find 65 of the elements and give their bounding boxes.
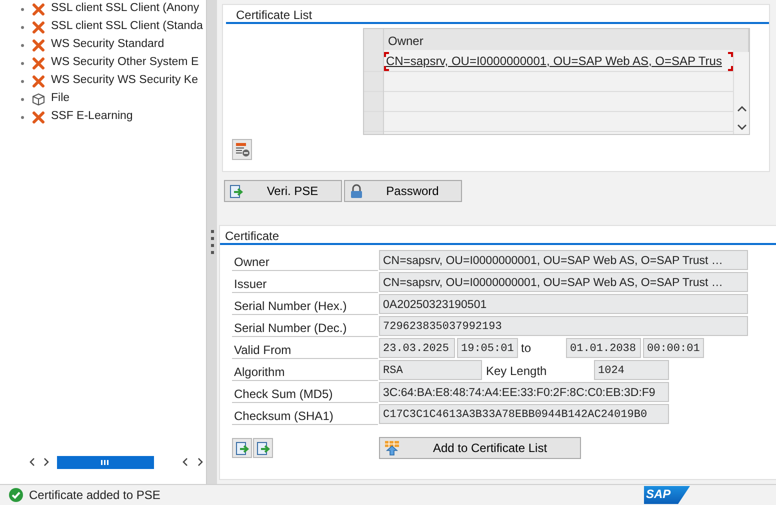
output-field: 19:05:01 <box>457 338 518 358</box>
group-title: Certificate <box>220 226 776 245</box>
column-header[interactable]: Owner <box>384 29 733 50</box>
error-icon <box>32 56 45 70</box>
import-button[interactable] <box>232 438 252 458</box>
field-label: Serial Number (Hex.) <box>232 294 378 314</box>
bullet-icon <box>21 62 24 64</box>
tree-item[interactable]: WS Security Other System E <box>51 54 199 72</box>
document-arrow-icon <box>229 184 244 198</box>
splitter-handle-icon[interactable] <box>210 230 214 254</box>
cube-icon <box>32 92 45 106</box>
tree-item[interactable]: SSL client SSL Client (Anony <box>51 0 200 18</box>
field-label: Algorithm <box>232 360 378 380</box>
bullet-icon <box>21 116 24 118</box>
tree-item[interactable]: SSF E-Learning <box>51 108 133 126</box>
output-field: CN=sapsrv, OU=I0000000001, OU=SAP Web AS, O=SAP Trust … <box>379 250 748 270</box>
sap-logo: SAP <box>644 486 690 504</box>
document-arrow-icon <box>234 440 250 456</box>
output-field: 23.03.2025 <box>379 338 455 358</box>
bullet-icon <box>21 80 24 82</box>
field-label: Checksum (SHA1) <box>232 404 378 424</box>
bullet-icon <box>21 98 24 100</box>
scrollbar-thumb[interactable] <box>56 456 154 468</box>
output-field: RSA <box>379 360 482 380</box>
tree-item[interactable]: SSL client SSL Client (Standa <box>51 18 203 36</box>
toolbar-button[interactable]: Veri. PSE <box>224 180 342 202</box>
output-field: C17C3C1C4613A3B33A78EBB0944B142AC24019B0 <box>379 404 669 424</box>
group-title: Certificate List <box>226 5 769 24</box>
output-field: 729623835037992193 <box>379 316 748 336</box>
bullet-icon <box>21 8 24 10</box>
output-field: 0A20250323190501 <box>379 294 748 314</box>
error-icon <box>32 74 45 88</box>
error-icon <box>32 38 45 52</box>
output-field: 1024 <box>594 360 669 380</box>
bullet-icon <box>21 26 24 28</box>
success-icon <box>9 488 23 502</box>
field-label: Key Length <box>485 362 548 380</box>
field-label: Valid From <box>232 338 378 358</box>
grip-icon <box>101 460 110 464</box>
output-field: 00:00:01 <box>643 338 704 358</box>
tree-item[interactable]: File <box>51 90 70 108</box>
toolbar-button[interactable]: Password <box>344 180 462 202</box>
lock-icon <box>349 184 364 198</box>
output-field: CN=sapsrv, OU=I0000000001, OU=SAP Web AS, O=SAP Trust … <box>379 272 748 292</box>
export-button[interactable] <box>253 438 273 458</box>
error-icon <box>32 20 45 34</box>
field-label: Serial Number (Dec.) <box>232 316 378 336</box>
field-label: Check Sum (MD5) <box>232 382 378 402</box>
tree-item[interactable]: WS Security WS Security Ke <box>51 72 198 90</box>
table-cell[interactable]: CN=sapsrv, OU=I0000000001, OU=SAP Web AS, O=SAP Trus <box>384 52 733 70</box>
table-delete-icon <box>234 142 250 157</box>
status-message: Certificate added to PSE <box>29 487 160 504</box>
field-label: to <box>520 340 532 357</box>
output-field: 01.01.2038 <box>566 338 641 358</box>
field-label: Owner <box>232 250 378 270</box>
output-field: 3C:64:BA:E8:48:74:A4:EE:33:F0:2F:8C:C0:EB:3D:F9 <box>379 382 669 402</box>
delete-row-button[interactable] <box>232 139 252 160</box>
grid-arrow-icon <box>384 440 400 456</box>
tree-item[interactable]: WS Security Standard <box>51 36 164 54</box>
document-arrow-icon <box>256 440 270 456</box>
add-to-list-button[interactable]: Add to Certificate List <box>379 437 581 459</box>
bullet-icon <box>21 44 24 46</box>
error-icon <box>32 110 45 124</box>
field-label: Issuer <box>232 272 378 292</box>
error-icon <box>32 2 45 16</box>
